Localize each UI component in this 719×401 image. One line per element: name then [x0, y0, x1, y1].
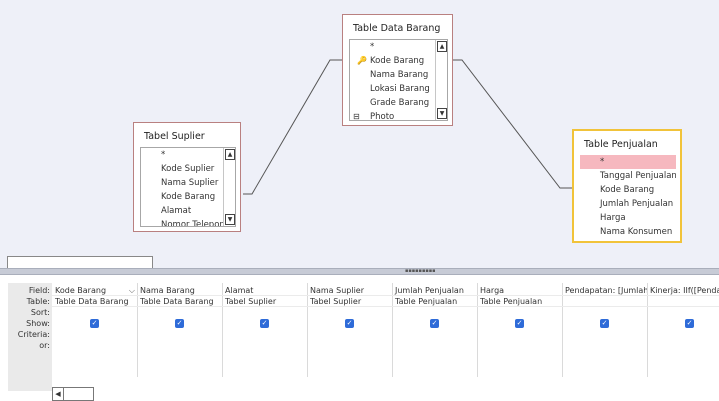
join-line-barang-penjualan [452, 59, 572, 189]
expand-icon[interactable]: ⊟ [353, 110, 360, 120]
chevron-down-icon[interactable]: ⌵ [129, 285, 135, 295]
grid-cells[interactable]: Kode Barang ⌵ Table Data Barang ✓ Nama Ba… [52, 283, 719, 391]
horizontal-scrollbar[interactable]: ◀ [52, 387, 94, 401]
field-cell[interactable]: Kinerja: IIf([Pendapa [647, 285, 719, 296]
show-checkbox[interactable]: ✓ [515, 319, 524, 328]
scroll-up-icon[interactable]: ▲ [225, 149, 235, 160]
row-label-criteria: Criteria: [17, 330, 50, 339]
field-item[interactable]: Nomor Telepon [141, 218, 235, 226]
table-cell[interactable] [562, 296, 647, 307]
grid-column[interactable]: Nama Suplier Tabel Suplier ✓ [307, 283, 393, 377]
scroll-down-icon[interactable]: ▼ [437, 108, 447, 119]
show-checkbox[interactable]: ✓ [430, 319, 439, 328]
scroll-down-icon[interactable]: ▼ [225, 214, 235, 225]
table-box-penjualan[interactable]: Table Penjualan * Tanggal Penjualan Kode… [572, 129, 682, 243]
show-checkbox[interactable]: ✓ [600, 319, 609, 328]
field-list[interactable]: * Tanggal Penjualan Kode Barang Jumlah P… [580, 155, 676, 237]
grid-column[interactable]: Pendapatan: [Jumlah ✓ [562, 283, 648, 377]
field-list-scrollbar[interactable]: ▲ ▼ [435, 40, 447, 120]
query-design-area[interactable]: Table Data Barang * 🔑 Kode Barang Nama Ba… [0, 0, 719, 269]
table-title: Table Data Barang [353, 23, 441, 34]
table-title: Table Penjualan [584, 139, 658, 150]
show-checkbox[interactable]: ✓ [175, 319, 184, 328]
table-title: Tabel Suplier [144, 131, 205, 142]
table-cell[interactable]: Table Data Barang [137, 296, 222, 307]
field-cell[interactable]: Nama Suplier [307, 285, 392, 296]
grid-column[interactable]: Kinerja: IIf([Pendapa ✓ [647, 283, 719, 377]
show-checkbox[interactable]: ✓ [685, 319, 694, 328]
qbe-grid[interactable]: Field: Table: Sort: Show: Criteria: or: … [8, 283, 719, 391]
row-label-field: Field: [28, 286, 50, 295]
row-label-table: Table: [26, 297, 50, 306]
row-label-or: or: [39, 341, 50, 350]
field-item[interactable]: * [141, 148, 235, 162]
table-cell[interactable]: Tabel Suplier [307, 296, 392, 307]
field-item[interactable]: * [580, 155, 676, 169]
show-checkbox[interactable]: ✓ [345, 319, 354, 328]
table-cell[interactable]: Table Penjualan [392, 296, 477, 307]
grid-column[interactable]: Kode Barang ⌵ Table Data Barang ✓ [52, 283, 138, 377]
grid-column[interactable]: Jumlah Penjualan Table Penjualan ✓ [392, 283, 478, 377]
field-cell[interactable]: Kode Barang ⌵ [52, 285, 137, 296]
table-cell[interactable]: Table Data Barang [52, 296, 137, 307]
field-item[interactable]: Grade Barang [350, 96, 447, 110]
scroll-up-icon[interactable]: ▲ [437, 41, 447, 52]
show-checkbox[interactable]: ✓ [260, 319, 269, 328]
row-label-show: Show: [26, 319, 50, 328]
field-item[interactable]: * [350, 40, 447, 54]
table-cell[interactable]: Tabel Suplier [222, 296, 307, 307]
field-item[interactable]: Nama Barang [350, 68, 447, 82]
field-cell[interactable]: Pendapatan: [Jumlah [562, 285, 647, 296]
field-cell[interactable]: Alamat [222, 285, 307, 296]
pane-splitter[interactable]: ▪▪▪▪▪▪▪▪▪▪ [0, 268, 719, 275]
field-item[interactable]: Kode Barang [141, 190, 235, 204]
field-item[interactable]: Jumlah Penjualan [580, 197, 676, 211]
table-cell[interactable] [647, 296, 719, 307]
row-label-sort: Sort: [30, 308, 50, 317]
field-item[interactable]: Kode Suplier [141, 162, 235, 176]
field-item[interactable]: Lokasi Barang [350, 82, 447, 96]
field-item[interactable]: Nama Suplier [141, 176, 235, 190]
field-item[interactable]: Nama Konsumen [580, 225, 676, 237]
scroll-left-icon[interactable]: ◀ [53, 388, 64, 400]
show-checkbox[interactable]: ✓ [90, 319, 99, 328]
field-item[interactable]: Kode Barang [580, 183, 676, 197]
field-item[interactable]: 🔑 Kode Barang [350, 54, 447, 68]
table-box-suplier[interactable]: Tabel Suplier * Kode Suplier Nama Suplie… [133, 122, 241, 232]
grid-column[interactable]: Harga Table Penjualan ✓ [477, 283, 563, 377]
field-cell[interactable]: Jumlah Penjualan [392, 285, 477, 296]
field-list-scrollbar[interactable]: ▲ ▼ [223, 148, 235, 226]
table-cell[interactable]: Table Penjualan [477, 296, 562, 307]
field-item[interactable]: ⊟ Photo [350, 110, 447, 120]
field-list[interactable]: * Kode Suplier Nama Suplier Kode Barang … [140, 147, 236, 227]
grid-column[interactable]: Nama Barang Table Data Barang ✓ [137, 283, 223, 377]
join-line-barang-suplier [243, 59, 342, 195]
primary-key-icon: 🔑 [357, 56, 367, 65]
query-grid-area: Field: Table: Sort: Show: Criteria: or: … [0, 275, 719, 401]
grid-column[interactable]: Alamat Tabel Suplier ✓ [222, 283, 308, 377]
field-item[interactable]: Alamat [141, 204, 235, 218]
field-list[interactable]: * 🔑 Kode Barang Nama Barang Lokasi Barang… [349, 39, 448, 121]
field-cell[interactable]: Harga [477, 285, 562, 296]
field-item[interactable]: Harga [580, 211, 676, 225]
table-box-data-barang[interactable]: Table Data Barang * 🔑 Kode Barang Nama Ba… [342, 14, 453, 126]
splitter-grip[interactable]: ▪▪▪▪▪▪▪▪▪▪ [405, 269, 435, 274]
field-item[interactable]: Tanggal Penjualan [580, 169, 676, 183]
field-cell[interactable]: Nama Barang [137, 285, 222, 296]
